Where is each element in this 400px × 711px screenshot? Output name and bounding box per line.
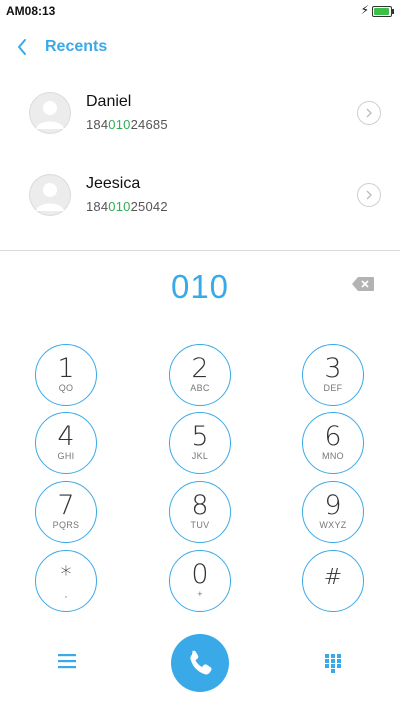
- dialpad-toggle-button[interactable]: [323, 653, 343, 673]
- dialpad-icon: [325, 654, 341, 673]
- key-digit: 4: [57, 421, 75, 452]
- dial-input[interactable]: 010: [0, 268, 400, 308]
- call-button[interactable]: [171, 634, 229, 692]
- charging-icon: ⚡: [360, 3, 369, 17]
- key-1[interactable]: 1 QO: [35, 344, 97, 406]
- key-letters: DEF: [323, 383, 343, 393]
- avatar: [29, 174, 71, 216]
- key-hash[interactable]: #: [302, 550, 364, 612]
- phone-icon: [190, 650, 212, 675]
- key-digit: 1: [57, 353, 75, 384]
- list-item[interactable]: Daniel 18401024685: [0, 78, 400, 148]
- key-5[interactable]: 5 JKL: [169, 412, 231, 474]
- chevron-right-icon: [366, 108, 372, 118]
- key-letters: ABC: [190, 383, 210, 393]
- person-icon: [29, 92, 71, 134]
- status-bar: AM08:13 ⚡: [0, 0, 400, 22]
- contact-name: Jeesica: [86, 175, 141, 192]
- header: Recents: [0, 28, 400, 68]
- key-6[interactable]: 6 MNO: [302, 412, 364, 474]
- key-letters: QO: [58, 383, 74, 393]
- key-3[interactable]: 3 DEF: [302, 344, 364, 406]
- contact-detail-button[interactable]: [357, 101, 381, 125]
- key-4[interactable]: 4 GHI: [35, 412, 97, 474]
- key-digit: 3: [324, 353, 342, 384]
- key-7[interactable]: 7 PQRS: [35, 481, 97, 543]
- key-8[interactable]: 8 TUV: [169, 481, 231, 543]
- backspace-icon: [352, 277, 374, 291]
- key-digit: 9: [324, 490, 342, 521]
- key-digit: #: [323, 565, 343, 590]
- key-letters: JKL: [191, 451, 209, 461]
- key-digit: 0: [191, 559, 209, 590]
- chevron-left-icon: [18, 39, 26, 55]
- divider: [0, 250, 400, 251]
- menu-button[interactable]: [56, 652, 78, 670]
- key-letters: MNO: [322, 451, 344, 461]
- avatar: [29, 92, 71, 134]
- contact-number: 18401024685: [86, 117, 168, 132]
- key-digit: 2: [191, 353, 209, 384]
- key-digit: 8: [191, 490, 209, 521]
- key-letters: GHI: [57, 451, 75, 461]
- key-star[interactable]: *,: [35, 550, 97, 612]
- key-letters: PQRS: [52, 520, 80, 530]
- contact-name: Daniel: [86, 93, 132, 110]
- key-digit: 7: [57, 490, 75, 521]
- contact-detail-button[interactable]: [357, 183, 381, 207]
- menu-icon: [58, 654, 76, 669]
- key-0[interactable]: 0 +: [169, 550, 231, 612]
- key-letters: TUV: [190, 520, 210, 530]
- number-match: 010: [108, 199, 131, 214]
- key-letters: WXYZ: [319, 520, 347, 530]
- status-time: AM08:13: [6, 4, 56, 18]
- key-9[interactable]: 9 WXYZ: [302, 481, 364, 543]
- key-letters: +: [197, 589, 203, 599]
- key-digit: *: [60, 563, 72, 588]
- chevron-right-icon: [366, 190, 372, 200]
- back-button[interactable]: [10, 34, 36, 60]
- number-match: 010: [108, 117, 131, 132]
- key-digit: 5: [191, 421, 209, 452]
- list-item[interactable]: Jeesica 18401025042: [0, 160, 400, 230]
- page-title: Recents: [45, 38, 108, 55]
- person-icon: [29, 174, 71, 216]
- key-digit: 6: [324, 421, 342, 452]
- contact-number: 18401025042: [86, 199, 168, 214]
- key-2[interactable]: 2 ABC: [169, 344, 231, 406]
- backspace-button[interactable]: [351, 276, 375, 292]
- battery-icon: [372, 6, 394, 17]
- key-letters: ,: [64, 589, 68, 599]
